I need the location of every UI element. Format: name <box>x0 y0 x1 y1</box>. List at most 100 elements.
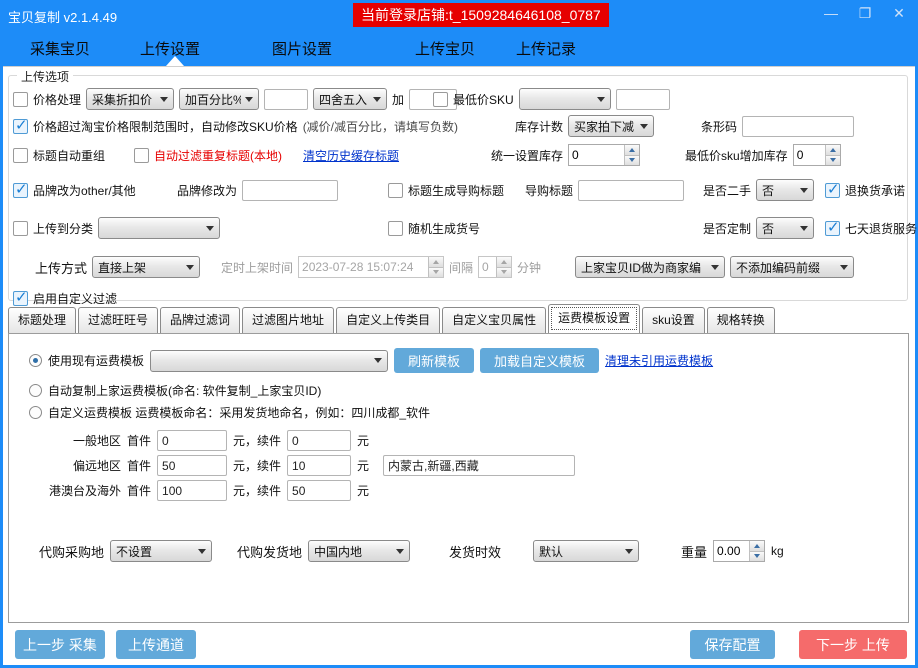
merchant-code-select[interactable]: 上家宝贝ID做为商家编 <box>575 256 725 278</box>
load-custom-template-button[interactable]: 加载自定义模板 <box>480 348 599 373</box>
auto-copy-template-radio[interactable] <box>29 384 42 397</box>
seven-day-return-label: 七天退货服务 <box>845 220 917 237</box>
minutes-label: 分钟 <box>517 259 541 276</box>
brand-modify-input[interactable] <box>242 180 338 201</box>
price-limit-checkbox[interactable] <box>13 119 28 134</box>
upload-channel-button[interactable]: 上传通道 <box>116 630 196 659</box>
weight-unit-label: kg <box>771 544 784 558</box>
brand-other-checkbox[interactable] <box>13 183 28 198</box>
nav-tab-collect[interactable]: 采集宝贝 <box>30 38 90 59</box>
minimize-icon[interactable]: — <box>822 5 840 22</box>
upload-to-category-checkbox[interactable] <box>13 221 28 236</box>
save-config-button[interactable]: 保存配置 <box>690 630 775 659</box>
lowest-sku-stock-input[interactable] <box>794 145 825 165</box>
price-source-select[interactable]: 采集折扣价 <box>86 88 174 110</box>
fee-next-input[interactable] <box>287 430 351 451</box>
chevron-down-icon <box>373 97 381 102</box>
lowest-sku-stock-stepper[interactable] <box>793 144 841 166</box>
plus-label: 加 <box>392 91 404 108</box>
fee-row-remote: 偏远地区 首件 元，续件 元 <box>29 455 575 476</box>
interval-input[interactable] <box>479 257 496 277</box>
spinner-down-icon[interactable] <box>750 551 764 562</box>
schedule-time-input[interactable] <box>299 257 428 277</box>
schedule-time-stepper[interactable] <box>298 256 444 278</box>
title-regroup-checkbox[interactable] <box>13 148 28 163</box>
ftab-sku-settings[interactable]: sku设置 <box>642 307 705 333</box>
shipping-template-panel: 使用现有运费模板 刷新模板 加载自定义模板 清理未引用运费模板 自动复制上家运费… <box>8 333 909 623</box>
chevron-down-icon <box>800 226 808 231</box>
upload-mode-select[interactable]: 直接上架 <box>92 256 200 278</box>
return-promise-checkbox[interactable] <box>825 183 840 198</box>
ftab-custom-category[interactable]: 自定义上传类目 <box>336 307 440 333</box>
price-mode-select[interactable]: 加百分比% <box>179 88 259 110</box>
ftab-shipping-template[interactable]: 运费模板设置 <box>548 304 640 333</box>
clear-title-cache-link[interactable]: 清空历史缓存标题 <box>303 147 399 164</box>
maximize-icon[interactable]: ❐ <box>856 5 874 22</box>
price-handle-checkbox[interactable] <box>13 92 28 107</box>
fee-next-input[interactable] <box>287 455 351 476</box>
chevron-down-icon <box>245 97 253 102</box>
spinner-up-icon[interactable] <box>826 145 840 155</box>
ship-place-value: 中国内地 <box>314 543 392 560</box>
spinner-down-icon[interactable] <box>625 155 639 166</box>
fee-next-input[interactable] <box>287 480 351 501</box>
clean-unused-template-link[interactable]: 清理未引用运费模板 <box>605 352 713 369</box>
ftab-filter-image-url[interactable]: 过滤图片地址 <box>242 307 334 333</box>
spinner-up-icon[interactable] <box>429 257 443 267</box>
uniform-stock-stepper[interactable] <box>568 144 640 166</box>
lowest-sku-select[interactable] <box>519 88 611 110</box>
price-percent-input[interactable] <box>264 89 308 110</box>
ftab-title-handle[interactable]: 标题处理 <box>8 307 76 333</box>
weight-stepper[interactable] <box>713 540 765 562</box>
fee-first-input[interactable] <box>157 430 227 451</box>
second-hand-label: 是否二手 <box>703 182 751 199</box>
ftab-custom-attrs[interactable]: 自定义宝贝属性 <box>442 307 546 333</box>
gen-guide-title-checkbox[interactable] <box>388 183 403 198</box>
barcode-input[interactable] <box>742 116 854 137</box>
purchase-place-select[interactable]: 不设置 <box>110 540 212 562</box>
spinner-up-icon[interactable] <box>625 145 639 155</box>
spinner-down-icon[interactable] <box>429 267 443 278</box>
chevron-down-icon <box>625 549 633 554</box>
lowest-sku-checkbox[interactable] <box>433 92 448 107</box>
ftab-filter-wangwang[interactable]: 过滤旺旺号 <box>78 307 158 333</box>
prev-step-collect-button[interactable]: 上一步 采集 <box>15 630 105 659</box>
next-step-upload-button[interactable]: 下一步 上传 <box>799 630 907 659</box>
uniform-stock-input[interactable] <box>569 145 624 165</box>
random-item-no-checkbox[interactable] <box>388 221 403 236</box>
guide-title-input[interactable] <box>578 180 684 201</box>
ship-time-select[interactable]: 默认 <box>533 540 639 562</box>
spinner-up-icon[interactable] <box>497 257 511 267</box>
refresh-template-button[interactable]: 刷新模板 <box>394 348 474 373</box>
custom-template-radio[interactable] <box>29 406 42 419</box>
custom-filter-checkbox[interactable] <box>13 291 28 306</box>
fee-first-input[interactable] <box>157 455 227 476</box>
gen-guide-title-label: 标题生成导购标题 <box>408 182 504 199</box>
category-select[interactable] <box>98 217 220 239</box>
spinner-down-icon[interactable] <box>497 267 511 278</box>
fee-first-input[interactable] <box>157 480 227 501</box>
rounding-select[interactable]: 四舍五入 <box>313 88 387 110</box>
nav-tab-upload-records[interactable]: 上传记录 <box>516 38 576 59</box>
remote-areas-input[interactable] <box>383 455 575 476</box>
lowest-sku-input[interactable] <box>616 89 670 110</box>
spinner-up-icon[interactable] <box>750 541 764 551</box>
ship-place-select[interactable]: 中国内地 <box>308 540 410 562</box>
second-hand-select[interactable]: 否 <box>756 179 814 201</box>
ftab-brand-filter[interactable]: 品牌过滤词 <box>160 307 240 333</box>
close-icon[interactable]: ✕ <box>890 5 908 22</box>
nav-tab-upload-items[interactable]: 上传宝贝 <box>415 38 475 59</box>
ftab-spec-convert[interactable]: 规格转换 <box>707 307 775 333</box>
seven-day-return-checkbox[interactable] <box>825 221 840 236</box>
spinner-down-icon[interactable] <box>826 155 840 166</box>
existing-template-radio[interactable] <box>29 354 42 367</box>
stock-count-select[interactable]: 买家拍下减 <box>568 115 654 137</box>
chevron-down-icon <box>800 188 808 193</box>
interval-stepper[interactable] <box>478 256 512 278</box>
template-select[interactable] <box>150 350 388 372</box>
filter-dup-title-checkbox[interactable] <box>134 148 149 163</box>
code-prefix-select[interactable]: 不添加编码前缀 <box>730 256 854 278</box>
weight-input[interactable] <box>714 541 749 561</box>
nav-tab-image-settings[interactable]: 图片设置 <box>272 38 332 59</box>
customized-select[interactable]: 否 <box>756 217 814 239</box>
